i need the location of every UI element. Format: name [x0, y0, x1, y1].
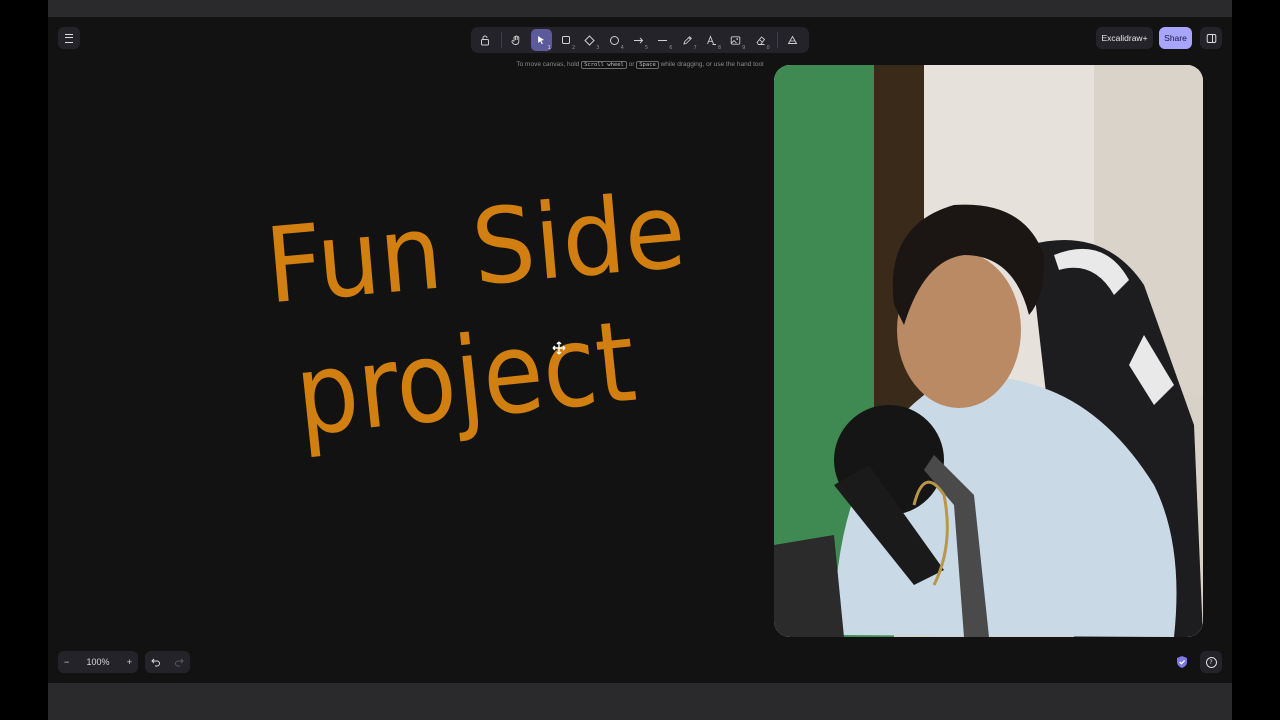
- image-tool-button[interactable]: 9: [725, 29, 746, 51]
- share-button[interactable]: Share: [1159, 27, 1192, 49]
- hand-tool-button[interactable]: [506, 29, 527, 51]
- webcam-overlay: [774, 65, 1203, 637]
- shortcut-number: 0: [766, 45, 770, 51]
- text-tool-button[interactable]: 8: [701, 29, 722, 51]
- undo-icon[interactable]: [151, 657, 161, 667]
- lock-icon: [480, 35, 489, 45]
- canvas-hint: To move canvas, hold Scroll wheel or Spa…: [471, 61, 809, 69]
- bottom-letterbox: [48, 683, 1232, 720]
- arrow-icon: [633, 37, 644, 43]
- main-menu-button[interactable]: [58, 27, 80, 49]
- hint-text: or: [628, 61, 635, 68]
- pencil-icon: [682, 35, 692, 45]
- image-icon: [730, 35, 741, 45]
- handwritten-drawing[interactable]: Fun Side project: [248, 145, 708, 475]
- toolbar-divider: [501, 32, 503, 48]
- hint-key-scroll: Scroll wheel: [581, 61, 627, 69]
- help-icon: ?: [1205, 656, 1217, 668]
- extra-tools-button[interactable]: [782, 29, 803, 51]
- excalidraw-plus-button[interactable]: Excalidraw+: [1096, 27, 1153, 49]
- pointer-icon: [538, 36, 545, 45]
- shortcut-number: 8: [717, 45, 721, 51]
- shortcut-number: 3: [596, 45, 600, 51]
- eraser-tool-button[interactable]: 0: [749, 29, 770, 51]
- hint-text: To move canvas, hold: [516, 61, 580, 68]
- shortcut-number: 2: [571, 45, 576, 51]
- redo-icon[interactable]: [174, 657, 184, 667]
- shortcut-number: 6: [669, 45, 673, 51]
- shortcut-number: 5: [644, 45, 649, 51]
- hamburger-icon: [65, 33, 73, 43]
- shield-check-icon[interactable]: [1175, 655, 1189, 669]
- library-sidebar-button[interactable]: [1200, 27, 1222, 49]
- drawing-line-2: project: [290, 297, 642, 462]
- move-cursor-icon: [552, 341, 566, 355]
- top-letterbox: [48, 0, 1232, 17]
- zoom-out-button[interactable]: −: [64, 657, 69, 667]
- shortcut-number: 4: [620, 45, 624, 51]
- zoom-controls: − 100% +: [58, 651, 138, 673]
- ellipse-tool-button[interactable]: 4: [604, 29, 625, 51]
- diamond-tool-button[interactable]: 3: [579, 29, 600, 51]
- line-icon: [658, 39, 668, 41]
- shapes-toolbar: 1 2 3 4 5 6 7 8 9 0: [471, 27, 809, 53]
- arrow-tool-button[interactable]: 5: [628, 29, 649, 51]
- zoom-in-button[interactable]: +: [127, 657, 132, 667]
- text-icon: [706, 34, 716, 45]
- selection-tool-button[interactable]: 1: [530, 29, 552, 51]
- zoom-level[interactable]: 100%: [86, 657, 109, 667]
- help-button[interactable]: ?: [1200, 651, 1222, 673]
- shortcut-number: 7: [693, 45, 697, 51]
- rectangle-icon: [561, 36, 570, 44]
- undo-redo-controls: [145, 651, 190, 673]
- shortcut-number: 1: [547, 45, 551, 51]
- eraser-icon: [755, 35, 765, 45]
- hint-key-space: Space: [636, 61, 659, 69]
- sidebar-icon: [1206, 33, 1216, 43]
- toolbar-divider: [776, 32, 778, 48]
- ellipse-icon: [609, 35, 619, 45]
- hint-text: while dragging, or use the hand tool: [660, 61, 764, 68]
- shapes-extra-icon: [787, 35, 798, 44]
- shortcut-number: 9: [742, 45, 746, 51]
- draw-tool-button[interactable]: 7: [676, 29, 697, 51]
- rectangle-tool-button[interactable]: 2: [555, 29, 576, 51]
- webcam-video-frame: [774, 65, 1203, 637]
- lock-tool-button[interactable]: [474, 29, 495, 51]
- hand-icon: [511, 35, 520, 45]
- diamond-icon: [584, 34, 596, 46]
- line-tool-button[interactable]: 6: [652, 29, 673, 51]
